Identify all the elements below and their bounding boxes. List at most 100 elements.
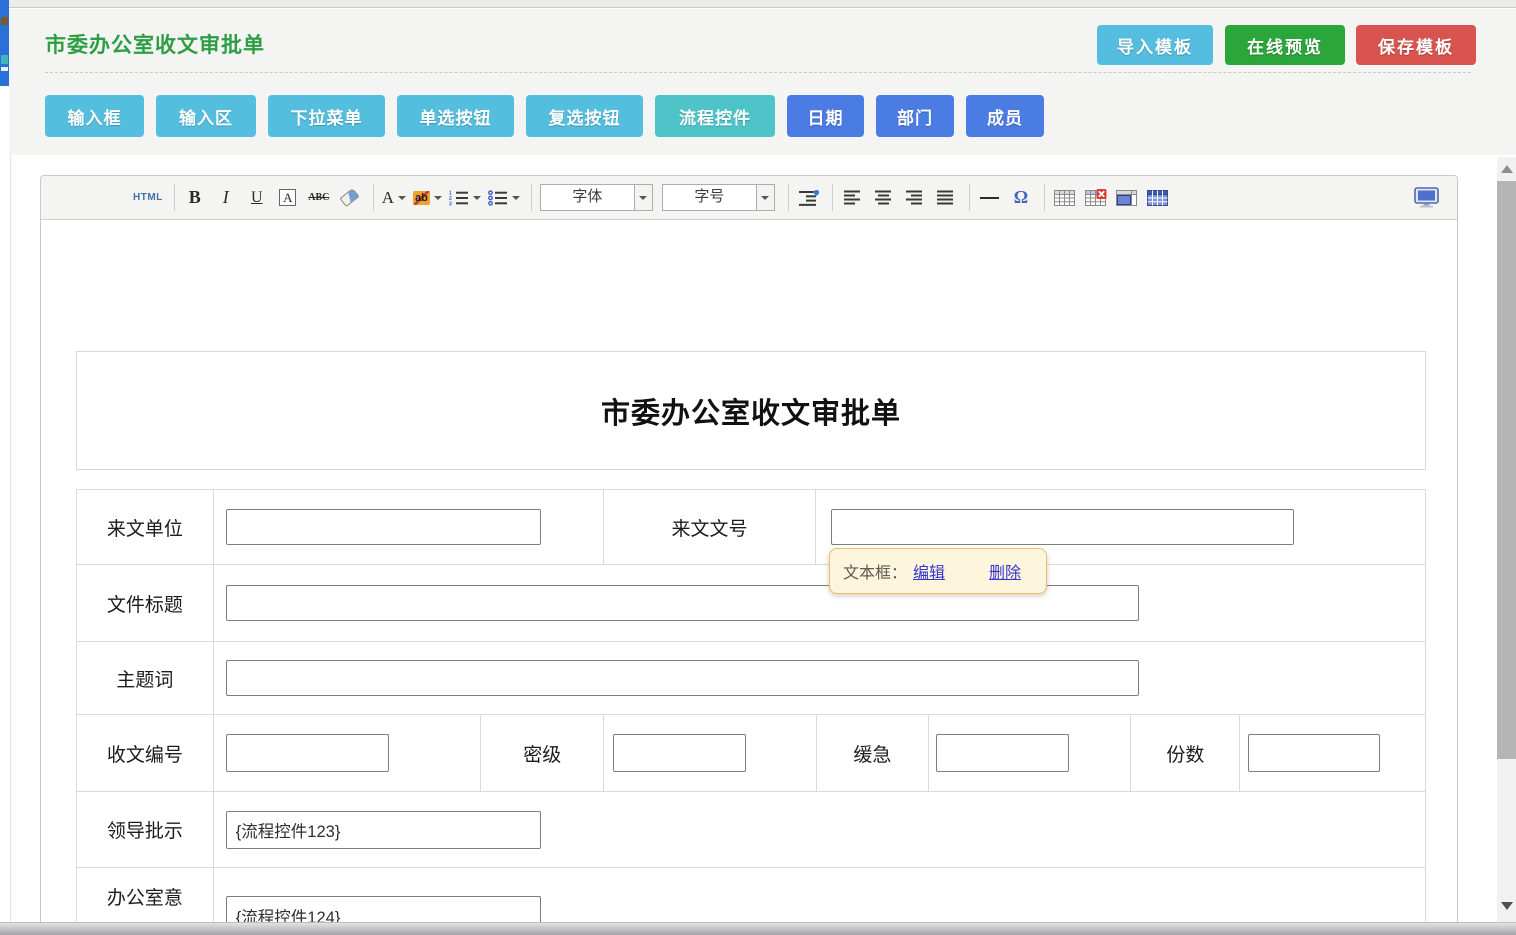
- toolbar-separator: [969, 184, 970, 211]
- widget-button-flow-control[interactable]: 流程控件: [655, 95, 775, 137]
- widget-button-textarea[interactable]: 输入区: [156, 95, 256, 137]
- import-template-button[interactable]: 导入模板: [1097, 25, 1213, 65]
- special-char-button[interactable]: Ω: [1009, 184, 1033, 212]
- text-color-icon: A: [382, 188, 394, 208]
- leader-comments-flow-field[interactable]: {流程控件123}: [226, 811, 541, 849]
- unordered-list-dropdown[interactable]: [488, 184, 520, 212]
- widget-button-department[interactable]: 部门: [876, 95, 954, 137]
- align-justify-icon: [937, 190, 954, 205]
- page-title: 市委办公室收文审批单: [45, 29, 265, 59]
- widget-button-member[interactable]: 成员: [966, 95, 1044, 137]
- field-cell: [1240, 715, 1425, 791]
- highlight-color-dropdown[interactable]: ab: [413, 184, 442, 212]
- bold-icon: B: [189, 187, 201, 208]
- widget-button-date[interactable]: 日期: [787, 95, 864, 137]
- window-top-edge: [0, 0, 1516, 8]
- font-size-select[interactable]: 字号: [662, 184, 775, 211]
- urgency-input[interactable]: [936, 734, 1069, 772]
- table-row: 主题词: [77, 642, 1425, 715]
- scroll-up-button[interactable]: [1497, 159, 1516, 179]
- strikethrough-icon: ABC: [308, 192, 329, 203]
- field-label-urgency: 缓急: [817, 715, 929, 791]
- toolbar-separator: [531, 184, 532, 211]
- underline-button[interactable]: U: [245, 184, 269, 212]
- field-label-secrecy: 密级: [481, 715, 604, 791]
- svg-text:3: 3: [449, 201, 452, 206]
- scrollbar-thumb[interactable]: [1497, 181, 1516, 759]
- align-right-button[interactable]: [903, 184, 927, 212]
- online-preview-button[interactable]: 在线预览: [1225, 25, 1345, 65]
- field-label-leader-comments: 领导批示: [77, 792, 214, 867]
- background-window-edge: [0, 0, 9, 86]
- widget-button-radio[interactable]: 单选按钮: [397, 95, 514, 137]
- italic-button[interactable]: I: [214, 184, 238, 212]
- omega-icon: Ω: [1014, 187, 1028, 208]
- delete-widget-link[interactable]: 删除: [989, 559, 1021, 583]
- vertical-scrollbar[interactable]: [1497, 157, 1516, 922]
- save-template-button[interactable]: 保存模板: [1356, 25, 1476, 65]
- indent-button[interactable]: [797, 184, 821, 212]
- align-justify-button[interactable]: [934, 184, 958, 212]
- field-cell: [214, 565, 1425, 641]
- ordered-list-dropdown[interactable]: 1 2 3: [449, 184, 481, 212]
- arrow-up-icon: [1501, 165, 1513, 173]
- html-source-icon: HTML: [133, 192, 163, 203]
- table-props-button[interactable]: [1146, 184, 1170, 212]
- form-template-designer-window: 市委办公室收文审批单 导入模板 在线预览 保存模板 输入框 输入区 下拉菜单 单…: [0, 0, 1516, 935]
- field-label-subject-words: 主题词: [77, 642, 214, 714]
- bold-button[interactable]: B: [183, 184, 207, 212]
- table-cell-props-button[interactable]: [1115, 184, 1139, 212]
- chevron-down-icon: [512, 196, 520, 200]
- field-cell: [604, 715, 817, 791]
- indent-icon: [799, 190, 819, 206]
- editor-toolbar: HTML B I U A ABC A ab 1 2 3: [41, 176, 1457, 220]
- align-right-icon: [906, 190, 923, 205]
- toolbar-separator: [1044, 184, 1045, 211]
- dashed-divider: [45, 72, 1471, 73]
- field-cell: [929, 715, 1132, 791]
- widget-button-checkbox[interactable]: 复选按钮: [526, 95, 643, 137]
- remove-format-button[interactable]: [338, 184, 362, 212]
- delete-table-button[interactable]: [1084, 184, 1108, 212]
- toolbar-separator: [174, 184, 175, 211]
- receipt-number-input[interactable]: [226, 734, 389, 772]
- field-label-doc-title: 文件标题: [77, 565, 214, 641]
- strikethrough-button[interactable]: ABC: [307, 184, 331, 212]
- doc-number-input[interactable]: [831, 509, 1294, 545]
- boxed-text-button[interactable]: A: [276, 184, 300, 212]
- document-title: 市委办公室收文审批单: [601, 390, 901, 432]
- toolbar-separator: [373, 184, 374, 211]
- fullscreen-button[interactable]: [1414, 184, 1439, 212]
- edit-widget-link[interactable]: 编辑: [913, 559, 945, 583]
- copies-input[interactable]: [1248, 734, 1380, 772]
- field-label-doc-number: 来文文号: [604, 490, 816, 564]
- subject-words-input[interactable]: [226, 660, 1139, 696]
- window-bottom-edge: [0, 922, 1516, 935]
- source-unit-input[interactable]: [226, 509, 541, 545]
- chevron-down-icon: [434, 196, 442, 200]
- scroll-down-button[interactable]: [1497, 896, 1516, 916]
- chevron-down-icon: [761, 196, 769, 200]
- horizontal-rule-button[interactable]: [978, 184, 1002, 212]
- insert-table-icon: [1054, 190, 1075, 206]
- widget-button-input-box[interactable]: 输入框: [45, 95, 144, 137]
- field-label-receipt-number: 收文编号: [77, 715, 214, 791]
- fullscreen-monitor-icon: [1414, 187, 1439, 208]
- field-label-copies: 份数: [1131, 715, 1240, 791]
- insert-table-button[interactable]: [1053, 184, 1077, 212]
- align-left-button[interactable]: [841, 184, 865, 212]
- secrecy-level-input[interactable]: [613, 734, 746, 772]
- edge-icon-fragment: [1, 67, 8, 71]
- html-source-button[interactable]: HTML: [133, 184, 163, 212]
- delete-table-icon: [1085, 189, 1107, 206]
- font-family-select[interactable]: 字体: [540, 184, 653, 211]
- text-color-dropdown[interactable]: A: [382, 184, 406, 212]
- fields-table: 来文单位 来文文号 文件标题: [76, 489, 1426, 935]
- table-row: 收文编号 密级 缓急 份数: [77, 715, 1425, 792]
- table-row: 领导批示 {流程控件123}: [77, 792, 1425, 868]
- table-cell-props-icon: [1116, 190, 1137, 206]
- widget-button-dropdown[interactable]: 下拉菜单: [268, 95, 385, 137]
- editor-document[interactable]: 市委办公室收文审批单 来文单位 来文文号 文件标题: [41, 220, 1457, 935]
- align-center-button[interactable]: [872, 184, 896, 212]
- field-cell: {流程控件123}: [214, 792, 1425, 867]
